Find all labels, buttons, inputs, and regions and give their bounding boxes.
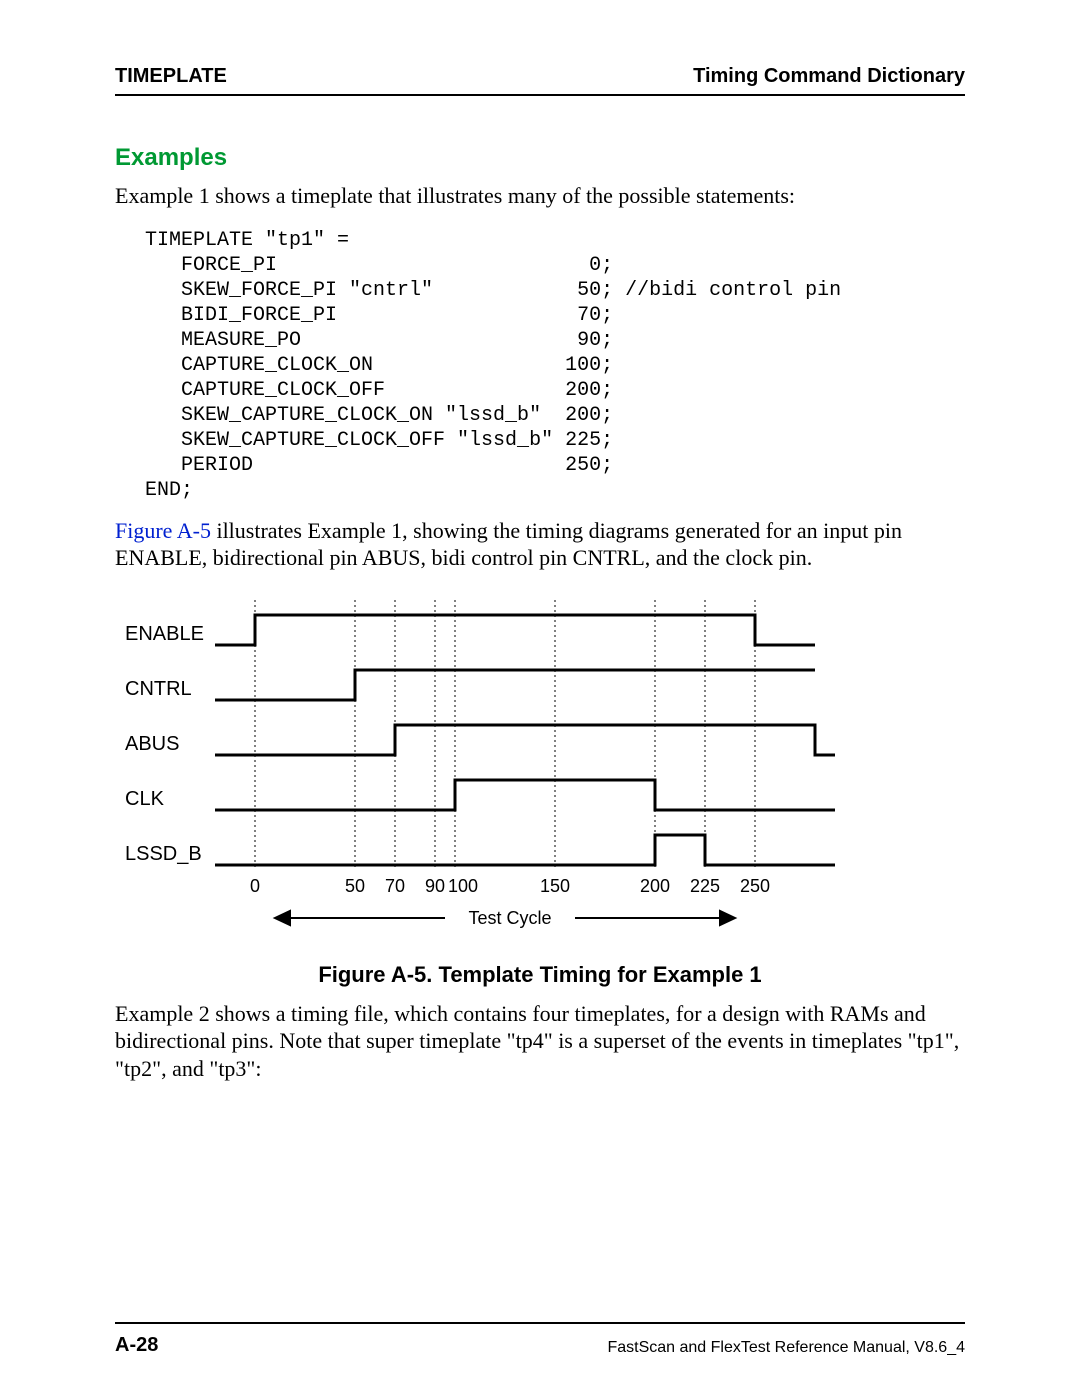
tick-0: 0 bbox=[250, 876, 260, 896]
tick-150: 150 bbox=[540, 876, 570, 896]
figure-a5: ENABLE CNTRL ABUS CLK LSSD_B bbox=[115, 600, 965, 940]
example2-paragraph: Example 2 shows a timing file, which con… bbox=[115, 1000, 965, 1083]
section-title-examples: Examples bbox=[115, 144, 965, 172]
footer-manual-title: FastScan and FlexTest Reference Manual, … bbox=[607, 1339, 965, 1357]
figure-caption: Figure A-5. Template Timing for Example … bbox=[115, 962, 965, 988]
code-example-1: TIMEPLATE "tp1" = FORCE_PI 0; SKEW_FORCE… bbox=[145, 228, 965, 503]
signal-label-abus: ABUS bbox=[125, 733, 179, 755]
figure-link[interactable]: Figure A-5 bbox=[115, 518, 211, 543]
tick-90: 90 bbox=[425, 876, 445, 896]
tick-100: 100 bbox=[448, 876, 478, 896]
signal-label-enable: ENABLE bbox=[125, 623, 204, 645]
tick-70: 70 bbox=[385, 876, 405, 896]
figure-reference-rest: illustrates Example 1, showing the timin… bbox=[115, 518, 902, 571]
header-left: TIMEPLATE bbox=[115, 65, 227, 88]
tick-50: 50 bbox=[345, 876, 365, 896]
page-footer: A-28 FastScan and FlexTest Reference Man… bbox=[115, 1322, 965, 1357]
page-header: TIMEPLATE Timing Command Dictionary bbox=[115, 65, 965, 96]
header-right: Timing Command Dictionary bbox=[693, 65, 965, 88]
signal-label-lssdb: LSSD_B bbox=[125, 843, 202, 865]
tick-225: 225 bbox=[690, 876, 720, 896]
timing-diagram-svg: ENABLE CNTRL ABUS CLK LSSD_B bbox=[115, 600, 855, 940]
axis-label-test-cycle: Test Cycle bbox=[468, 908, 551, 928]
signal-label-clk: CLK bbox=[125, 788, 165, 810]
intro-paragraph: Example 1 shows a timeplate that illustr… bbox=[115, 182, 965, 210]
footer-page-number: A-28 bbox=[115, 1334, 158, 1357]
figure-reference-paragraph: Figure A-5 illustrates Example 1, showin… bbox=[115, 517, 965, 572]
signal-label-cntrl: CNTRL bbox=[125, 678, 192, 700]
tick-200: 200 bbox=[640, 876, 670, 896]
tick-250: 250 bbox=[740, 876, 770, 896]
